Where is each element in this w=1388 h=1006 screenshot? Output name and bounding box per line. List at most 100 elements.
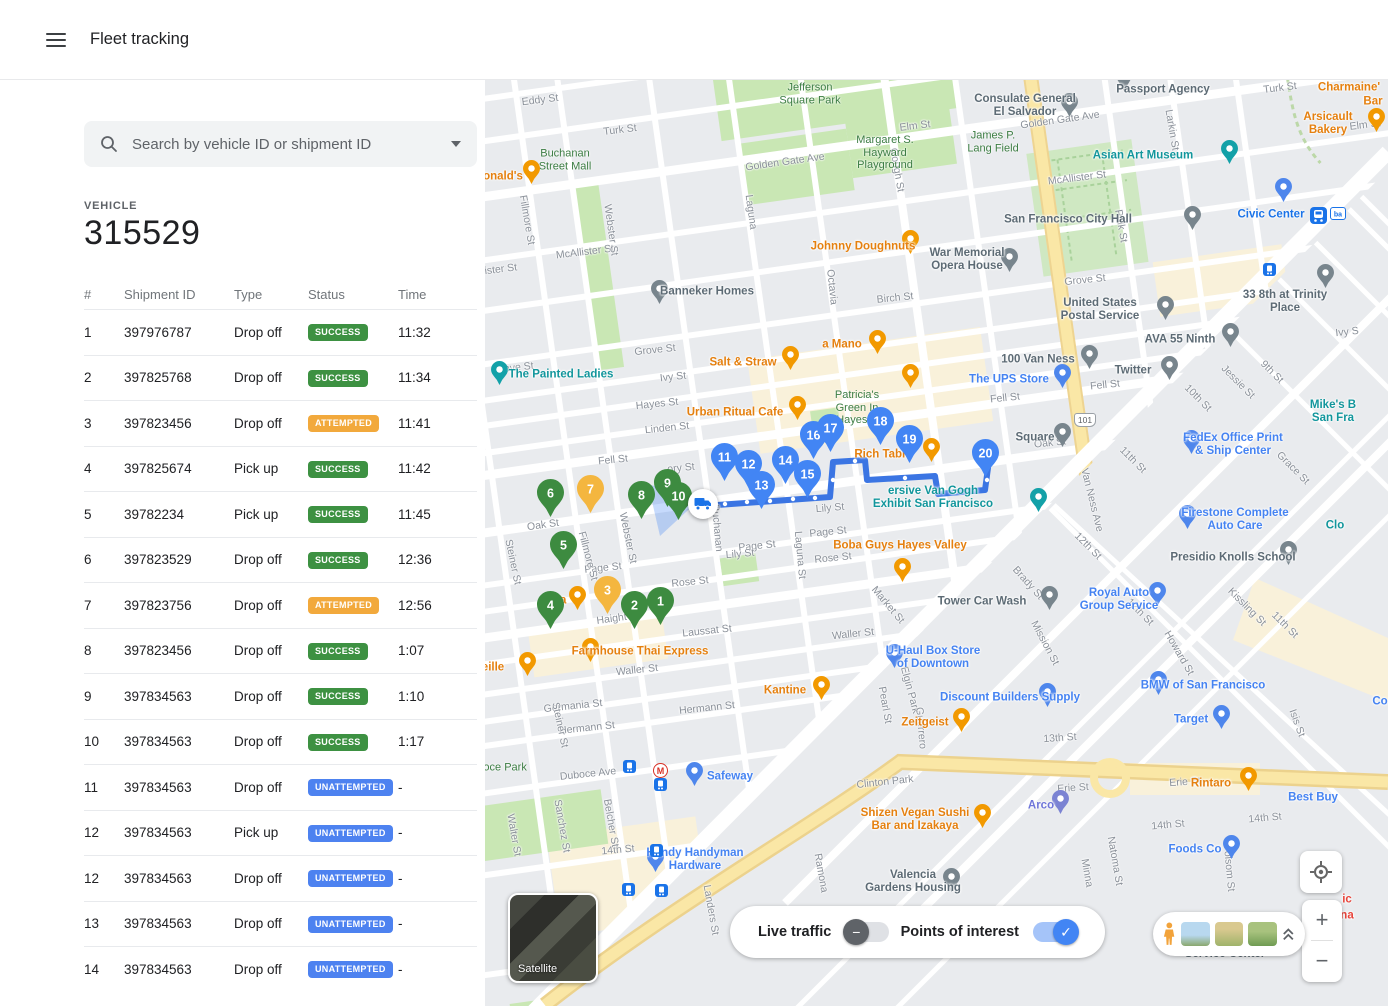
search-input[interactable]: Search by vehicle ID or shipment ID — [132, 136, 451, 153]
store-pin-icon[interactable] — [686, 762, 703, 791]
civic-label[interactable]: Presidio Knolls School — [1170, 551, 1295, 564]
table-row[interactable]: 4397825674Pick upSUCCESS11:42 — [84, 446, 477, 492]
transit-sq-icon[interactable] — [623, 760, 636, 778]
restaurant-pin-icon[interactable] — [869, 330, 886, 359]
table-row[interactable]: 539782234Pick upSUCCESS11:45 — [84, 491, 477, 537]
restaurant-pin-icon[interactable] — [519, 652, 536, 681]
photo-thumbnail[interactable] — [1215, 922, 1244, 946]
stop-marker-5[interactable]: 5 — [550, 531, 577, 574]
table-row[interactable]: 12397834563Drop offUNATTEMPTED- — [84, 855, 477, 901]
civic-label[interactable]: Passport Agency — [1116, 83, 1210, 96]
store-pin-icon[interactable] — [1054, 364, 1071, 393]
store-pin-icon[interactable] — [1213, 705, 1230, 734]
restaurant-pin-icon[interactable] — [782, 346, 799, 375]
transit-train-icon[interactable] — [1310, 207, 1327, 229]
gas-pin-icon[interactable] — [1052, 790, 1069, 819]
restaurant-pin-icon[interactable] — [569, 586, 586, 615]
stop-marker-3[interactable]: 3 — [594, 576, 621, 619]
stop-marker-17[interactable]: 17 — [817, 414, 844, 457]
table-row[interactable]: 7397823756Drop offATTEMPTED12:56 — [84, 582, 477, 628]
civic-pin-icon[interactable] — [1184, 206, 1201, 235]
restaurant-label[interactable]: Arsicault Bakery — [1298, 111, 1358, 137]
civic-label[interactable]: AVA 55 Ninth — [1145, 333, 1216, 346]
restaurant-label[interactable]: Boba Guys Hayes Valley — [833, 539, 967, 552]
store-label[interactable]: BMW of San Francisco — [1141, 679, 1266, 692]
restaurant-label[interactable]: Rintaro — [1191, 777, 1231, 790]
table-row[interactable]: 12397834563Pick upUNATTEMPTED- — [84, 810, 477, 856]
table-row[interactable]: 13397834563Drop offUNATTEMPTED- — [84, 901, 477, 947]
table-row[interactable]: 11397834563Drop offUNATTEMPTED- — [84, 764, 477, 810]
restaurant-pin-icon[interactable] — [523, 160, 540, 189]
civic-pin-icon[interactable] — [1161, 356, 1178, 385]
civic-pin-icon[interactable] — [1041, 586, 1058, 615]
attraction-label[interactable]: Asian Art Museum — [1093, 149, 1194, 162]
civic-label[interactable]: Banneker Homes — [660, 285, 754, 298]
stop-marker-1[interactable]: 1 — [647, 587, 674, 630]
my-location-button[interactable] — [1300, 851, 1342, 893]
table-row[interactable]: 6397823529Drop offSUCCESS12:36 — [84, 537, 477, 583]
pegman-icon[interactable] — [1163, 921, 1176, 947]
civic-label[interactable]: 100 Van Ness — [1001, 353, 1075, 366]
civic-pin-icon[interactable] — [1081, 345, 1098, 374]
attraction-pin-icon[interactable] — [1030, 488, 1047, 517]
stop-marker-6[interactable]: 6 — [537, 479, 564, 522]
store-pin-icon[interactable] — [1223, 835, 1240, 864]
stop-marker-7[interactable]: 7 — [577, 475, 604, 518]
store-label[interactable]: U-Haul Box Storeof Downtown — [886, 645, 981, 671]
table-row[interactable]: 14397834563Drop offUNATTEMPTED- — [84, 946, 477, 992]
civic-label[interactable]: United StatesPostal Service — [1061, 297, 1140, 323]
restaurant-label[interactable]: Charmaine' — [1318, 81, 1380, 94]
map-canvas[interactable]: Eddy StTurk StTurk StElm StElm StGolden … — [485, 80, 1388, 1006]
transit-sq-icon[interactable] — [655, 884, 668, 902]
restaurant-label[interactable]: eille — [485, 661, 504, 674]
stop-marker-8[interactable]: 8 — [628, 481, 655, 524]
restaurant-pin-icon[interactable] — [974, 804, 991, 833]
restaurant-label[interactable]: a Mano — [822, 338, 862, 351]
collapse-chevron-icon[interactable] — [1282, 926, 1295, 942]
stop-marker-15[interactable]: 15 — [794, 460, 821, 503]
transit-sq-icon[interactable] — [650, 844, 663, 862]
store-label[interactable]: Co — [1372, 695, 1387, 708]
transit-sq-icon[interactable] — [654, 778, 667, 796]
transit-sq-icon[interactable] — [1263, 263, 1276, 281]
store-label[interactable]: Discount Builders Supply — [940, 691, 1080, 704]
restaurant-label[interactable]: Urban Ritual Cafe — [687, 406, 784, 419]
stop-marker-4[interactable]: 4 — [537, 591, 564, 634]
store-label[interactable]: Royal AutoGroup Service — [1080, 587, 1159, 613]
gas-label[interactable]: Arco — [1028, 799, 1054, 812]
stop-marker-20[interactable]: 20 — [972, 439, 999, 482]
photo-thumbnail[interactable] — [1181, 922, 1210, 946]
transit-sq-icon[interactable] — [622, 883, 635, 901]
photo-thumbnail[interactable] — [1248, 922, 1277, 946]
attraction-label[interactable]: Mike's BSan Fra — [1310, 399, 1356, 425]
store-label[interactable]: Safeway — [707, 770, 753, 783]
satellite-toggle[interactable]: Satellite — [508, 893, 598, 983]
vehicle-marker[interactable] — [688, 489, 718, 519]
restaurant-label[interactable]: Farmhouse Thai Express — [572, 645, 709, 658]
table-row[interactable]: 3397823456Drop offATTEMPTED11:41 — [84, 400, 477, 446]
civic-pin-icon[interactable] — [1222, 323, 1239, 352]
restaurant-label[interactable]: Kantine — [764, 684, 806, 697]
store-label[interactable]: The UPS Store — [969, 373, 1049, 386]
store-label[interactable]: Foods Co — [1168, 843, 1221, 856]
civic-label[interactable]: ValenciaGardens Housing — [865, 869, 961, 895]
restaurant-pin-icon[interactable] — [923, 438, 940, 467]
restaurant-label[interactable]: Salt & Straw — [709, 356, 776, 369]
restaurant-pin-icon[interactable] — [894, 558, 911, 587]
civic-label[interactable]: Square — [1016, 431, 1055, 444]
alert-label[interactable]: na — [1340, 909, 1353, 922]
stop-marker-2[interactable]: 2 — [621, 591, 648, 634]
table-row[interactable]: 1397976787Drop offSUCCESS11:32 — [84, 309, 477, 355]
attraction-label[interactable]: Clo — [1326, 519, 1345, 532]
attraction-pin-icon[interactable] — [1221, 140, 1238, 169]
alert-label[interactable]: ic — [1342, 893, 1352, 906]
points-of-interest-toggle[interactable]: ✓ — [1033, 922, 1077, 942]
restaurant-pin-icon[interactable] — [1368, 108, 1385, 137]
restaurant-label[interactable]: onald's — [485, 170, 523, 183]
table-row[interactable]: 10397834563Drop offSUCCESS1:17 — [84, 719, 477, 765]
transit-bart-icon[interactable]: ba — [1330, 207, 1346, 225]
restaurant-label[interactable]: Zeitgeist — [901, 716, 948, 729]
civic-label[interactable]: San Francisco City Hall — [1004, 213, 1132, 226]
civic-label[interactable]: Tower Car Wash — [938, 595, 1027, 608]
attraction-label[interactable]: ersive Van GoghExhibit San Francisco — [873, 485, 993, 511]
